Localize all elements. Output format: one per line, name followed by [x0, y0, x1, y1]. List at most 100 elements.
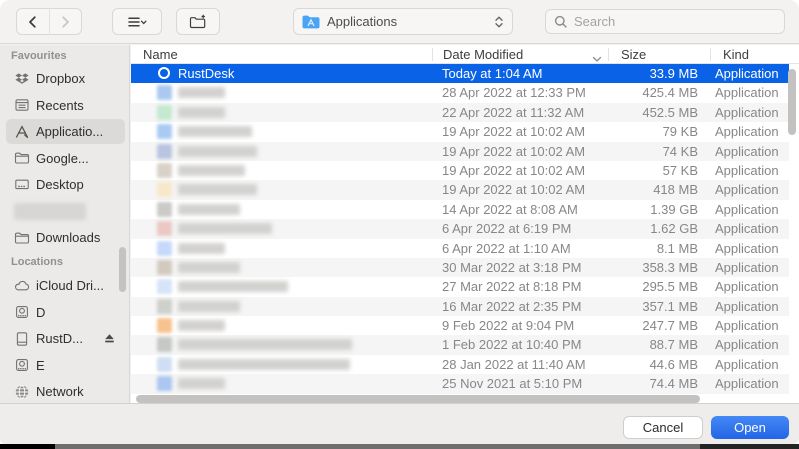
sidebar-item-redacted[interactable]: [6, 199, 125, 224]
drive-icon: [14, 357, 30, 373]
file-date: 6 Apr 2022 at 1:10 AM: [442, 241, 571, 256]
up-down-chevrons-icon: [494, 14, 504, 30]
sidebar-item-applicatio[interactable]: Applicatio...: [6, 119, 125, 144]
sidebar-item-label: D: [36, 305, 45, 320]
column-header-date[interactable]: Date Modified: [443, 47, 523, 62]
file-size: 247.7 MB: [561, 318, 698, 333]
sidebar-item-iclouddri[interactable]: iCloud Dri...: [6, 273, 125, 298]
file-size: 88.7 MB: [561, 337, 698, 352]
open-button[interactable]: Open: [711, 416, 789, 439]
sidebar-item-dropbox[interactable]: Dropbox: [6, 66, 125, 91]
table-row[interactable]: 6 Apr 2022 at 1:10 AM8.1 MBApplication: [131, 239, 789, 258]
desktop-icon: [14, 177, 30, 193]
dialog-footer: Cancel Open: [0, 403, 799, 444]
redacted-app-icon: [157, 357, 172, 372]
redacted-app-icon: [157, 221, 172, 236]
table-row[interactable]: 28 Jan 2022 at 11:40 AM44.6 MBApplicatio…: [131, 355, 789, 374]
sidebar-item-label: Dropbox: [36, 71, 85, 86]
table-row[interactable]: 19 Apr 2022 at 10:02 AM74 KBApplication: [131, 142, 789, 161]
redacted-app-icon: [157, 144, 172, 159]
back-button[interactable]: [17, 9, 49, 34]
redacted-file-name: [178, 204, 240, 215]
file-size: 418 MB: [561, 182, 698, 197]
redacted-file-name: [178, 223, 272, 234]
file-size: 79 KB: [561, 124, 698, 139]
sidebar-item-label: Recents: [36, 98, 84, 113]
file-size: 425.4 MB: [561, 85, 698, 100]
redacted-app-icon: [157, 260, 172, 275]
sidebar-item-downloads[interactable]: Downloads: [6, 225, 125, 250]
location-dropdown[interactable]: Applications: [293, 8, 513, 35]
dialog-toolbar: Applications: [0, 0, 799, 44]
sidebar-item-recents[interactable]: Recents: [6, 93, 125, 118]
table-row[interactable]: 30 Mar 2022 at 3:18 PM358.3 MBApplicatio…: [131, 258, 789, 277]
redacted-file-name: [178, 184, 257, 195]
file-kind: Application: [715, 66, 779, 81]
file-size: 1.62 GB: [561, 221, 698, 236]
redacted-app-icon: [157, 279, 172, 294]
eject-icon[interactable]: [102, 331, 117, 346]
redacted-file-name: [178, 165, 245, 176]
column-header-size[interactable]: Size: [621, 47, 646, 62]
view-options-button[interactable]: [112, 8, 162, 35]
sidebar-item-e[interactable]: E: [6, 353, 125, 378]
file-kind: Application: [715, 260, 779, 275]
sidebar-item-google[interactable]: Google...: [6, 146, 125, 171]
table-row[interactable]: 22 Apr 2022 at 11:32 AM452.5 MBApplicati…: [131, 103, 789, 122]
sort-direction-icon[interactable]: [591, 51, 603, 59]
redacted-app-icon: [157, 202, 172, 217]
back-chevron-icon: [25, 14, 41, 30]
table-row[interactable]: 16 Mar 2022 at 2:35 PM357.1 MBApplicatio…: [131, 297, 789, 316]
redacted-file-name: [178, 339, 352, 350]
sidebar-item-desktop[interactable]: Desktop: [6, 172, 125, 197]
forward-button[interactable]: [49, 9, 81, 34]
file-kind: Application: [715, 376, 779, 391]
redacted-app-icon: [157, 163, 172, 178]
file-kind: Application: [715, 337, 779, 352]
table-row[interactable]: RustDeskToday at 1:04 AM33.9 MBApplicati…: [131, 64, 789, 83]
redacted-file-name: [178, 359, 350, 370]
redacted-file-name: [178, 301, 240, 312]
cloud-icon: [14, 278, 30, 294]
table-row[interactable]: 19 Apr 2022 at 10:02 AM79 KBApplication: [131, 122, 789, 141]
table-row[interactable]: 6 Apr 2022 at 6:19 PM1.62 GBApplication: [131, 219, 789, 238]
redacted-app-icon: [157, 337, 172, 352]
sidebar: Favourites Dropbox Recents Applicatio...Go…: [0, 45, 130, 403]
horizontal-scrollbar[interactable]: [136, 395, 700, 403]
folder-icon: [14, 150, 30, 166]
new-folder-button[interactable]: [176, 8, 220, 35]
file-kind: Application: [715, 163, 779, 178]
sidebar-item-network[interactable]: Network: [6, 379, 125, 404]
table-row[interactable]: 19 Apr 2022 at 10:02 AM418 MBApplication: [131, 180, 789, 199]
sidebar-item-d[interactable]: D: [6, 300, 125, 325]
vertical-scrollbar[interactable]: [788, 69, 796, 135]
file-size: 452.5 MB: [561, 105, 698, 120]
redacted-label: [14, 203, 86, 220]
table-row[interactable]: 27 Mar 2022 at 8:18 PM295.5 MBApplicatio…: [131, 277, 789, 296]
table-row[interactable]: 25 Nov 2021 at 5:10 PM74.4 MBApplication: [131, 374, 789, 393]
table-row[interactable]: 1 Feb 2022 at 10:40 PM88.7 MBApplication: [131, 335, 789, 354]
sidebar-scrollbar[interactable]: [119, 247, 126, 292]
table-row[interactable]: 28 Apr 2022 at 12:33 PM425.4 MBApplicati…: [131, 83, 789, 102]
file-table: Name Date Modified Size Kind RustDeskTod…: [131, 45, 799, 403]
search-field[interactable]: [545, 9, 785, 34]
sidebar-item-label: Downloads: [36, 230, 100, 245]
list-view-icon: [126, 14, 148, 30]
disk-icon: [14, 331, 30, 347]
sidebar-item-rustd[interactable]: RustD...: [6, 326, 125, 351]
file-kind: Application: [715, 124, 779, 139]
column-header-kind[interactable]: Kind: [723, 47, 749, 62]
redacted-app-icon: [157, 299, 172, 314]
sidebar-item-label: Network: [36, 384, 84, 399]
table-row[interactable]: 9 Feb 2022 at 9:04 PM247.7 MBApplication: [131, 316, 789, 335]
forward-chevron-icon: [57, 14, 73, 30]
search-input[interactable]: [574, 14, 764, 29]
drive-icon: [14, 304, 30, 320]
table-row[interactable]: 19 Apr 2022 at 10:02 AM57 KBApplication: [131, 161, 789, 180]
favourites-header: Favourites: [11, 50, 67, 62]
cancel-button[interactable]: Cancel: [623, 416, 703, 439]
applications-icon: [14, 124, 30, 140]
column-header-name[interactable]: Name: [143, 47, 178, 62]
table-row[interactable]: 14 Apr 2022 at 8:08 AM1.39 GBApplication: [131, 200, 789, 219]
file-size: 74.4 MB: [561, 376, 698, 391]
